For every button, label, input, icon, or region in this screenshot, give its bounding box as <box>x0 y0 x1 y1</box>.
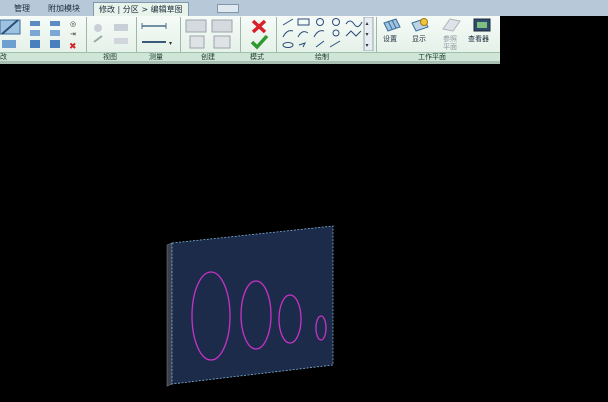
reference-plane-label-line2: 平面 <box>443 43 457 51</box>
svg-text:▾: ▾ <box>366 31 369 38</box>
svg-text:◎: ◎ <box>70 20 76 28</box>
reference-plane-icon[interactable] <box>440 17 462 33</box>
draw-tools-grid[interactable]: ▴ ▾ ▾ <box>280 17 374 51</box>
measure-tools-icon-group[interactable]: ▾ <box>140 20 178 50</box>
modify-tools-icon-group[interactable]: ◎ ⇥ ✖ <box>0 18 86 52</box>
show-work-plane-label: 显示 <box>412 35 426 43</box>
cancel-edit-mode-icon[interactable] <box>251 19 267 34</box>
svg-text:▾: ▾ <box>366 42 369 49</box>
work-plane-viewer-icon[interactable] <box>472 17 492 33</box>
drawing-viewport[interactable] <box>0 64 608 402</box>
finish-edit-mode-icon[interactable] <box>250 34 269 50</box>
ribbon-minimize-toggle[interactable] <box>217 4 239 13</box>
work-plane-viewer-label: 查看器 <box>468 35 489 43</box>
ribbon-tab-bar: 管理 附加模块 修改 | 分区 > 编辑草图 <box>0 0 608 17</box>
svg-text:⇥: ⇥ <box>70 30 76 38</box>
show-work-plane-icon[interactable] <box>410 17 430 33</box>
set-work-plane-label: 设置 <box>383 35 397 43</box>
tab-manage[interactable]: 管理 <box>14 3 30 15</box>
svg-text:✖: ✖ <box>69 42 77 52</box>
mode-buttons <box>250 19 269 50</box>
set-work-plane-icon[interactable] <box>382 17 402 33</box>
tab-modify-edit-sketch[interactable]: 修改 | 分区 > 编辑草图 <box>93 2 189 16</box>
view-tools-icon-group[interactable] <box>90 20 134 50</box>
svg-text:▴: ▴ <box>366 20 369 27</box>
svg-text:▾: ▾ <box>169 40 172 47</box>
create-tools-icon-group[interactable] <box>184 18 238 52</box>
tab-addins[interactable]: 附加模块 <box>48 3 80 15</box>
reference-plane-label-line1: 参照 <box>443 35 457 43</box>
ribbon-empty-area <box>500 16 608 60</box>
